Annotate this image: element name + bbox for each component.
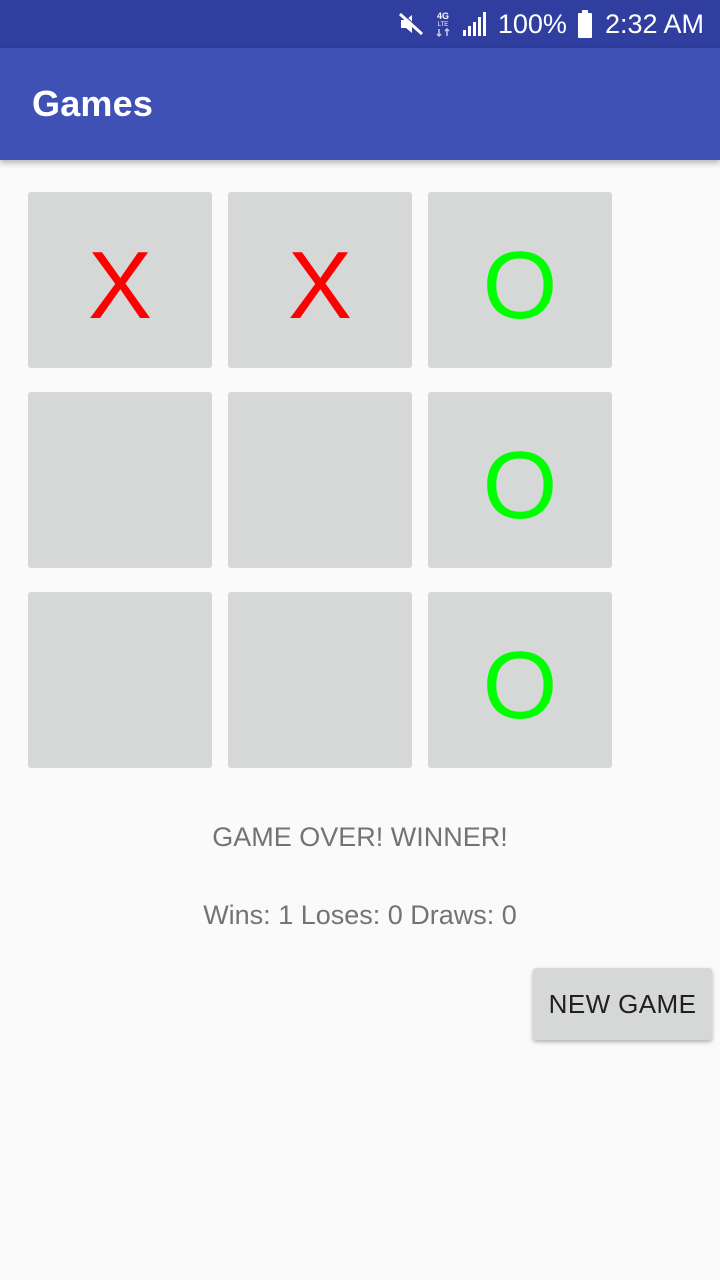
board-cell-7[interactable]: [28, 592, 212, 768]
board-cell-5[interactable]: [228, 392, 412, 568]
status-icons: 4G LTE 100% 2:32 AM: [398, 9, 704, 40]
cell-mark: X: [287, 232, 353, 339]
svg-text:4G: 4G: [437, 11, 449, 21]
battery-icon: [577, 10, 593, 38]
board-cell-9[interactable]: O: [428, 592, 612, 768]
new-game-button[interactable]: NEW GAME: [533, 968, 712, 1040]
battery-percentage: 100%: [497, 8, 567, 39]
tic-tac-toe-board: X X O O O: [28, 192, 612, 768]
signal-icon: [462, 11, 488, 37]
clock: 2:32 AM: [604, 8, 704, 39]
cell-mark: O: [482, 632, 558, 739]
status-bar: 4G LTE 100% 2:32 AM: [0, 0, 720, 48]
4g-lte-icon: 4G LTE: [434, 10, 452, 38]
board-cell-1[interactable]: X: [28, 192, 212, 368]
svg-text:LTE: LTE: [438, 22, 449, 28]
cell-mark: O: [482, 232, 558, 339]
app-title: Games: [32, 83, 154, 124]
cell-mark: O: [482, 432, 558, 539]
board-cell-4[interactable]: [28, 392, 212, 568]
game-status-text: GAME OVER! WINNER!: [212, 822, 508, 852]
mute-icon: [398, 11, 424, 37]
board-cell-2[interactable]: X: [228, 192, 412, 368]
board-cell-3[interactable]: O: [428, 192, 612, 368]
app-bar: Games: [0, 48, 720, 160]
board-cell-6[interactable]: O: [428, 392, 612, 568]
cell-mark: X: [87, 232, 153, 339]
board-cell-8[interactable]: [228, 592, 412, 768]
score-text: Wins: 1 Loses: 0 Draws: 0: [203, 900, 517, 930]
